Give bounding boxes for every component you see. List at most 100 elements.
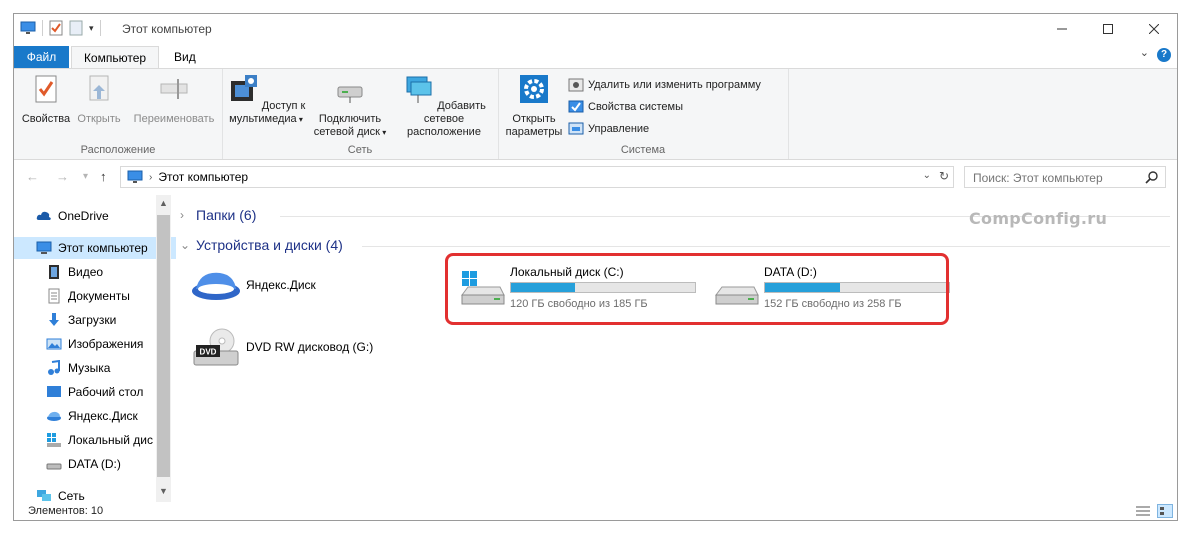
open-settings-button[interactable]: Открыть параметры — [502, 73, 566, 139]
open-button[interactable]: Открыть — [72, 73, 126, 126]
qat-dropdown-icon[interactable]: ▾ — [89, 23, 94, 34]
windows-drive-icon — [47, 433, 61, 447]
forward-arrow-icon[interactable]: → — [56, 169, 69, 184]
system-properties-label: Свойства системы — [588, 101, 684, 113]
search-input[interactable] — [971, 168, 1145, 188]
tab-view[interactable]: Вид — [162, 46, 208, 68]
network-drive-icon — [337, 86, 363, 103]
details-view-icon[interactable] — [1135, 504, 1151, 518]
computer-icon — [127, 170, 143, 183]
dvd-drive-tile[interactable]: DVD DVD RW дисковод (G:) — [192, 327, 373, 367]
scroll-down-icon[interactable]: ▼ — [159, 486, 168, 496]
new-folder-qat-icon[interactable] — [69, 20, 83, 36]
sidebar-item-label: Музыка — [68, 361, 111, 375]
add-network-label-1: Добавить сетевое — [423, 100, 486, 125]
manage-button[interactable]: Управление — [568, 121, 649, 137]
system-properties-icon — [568, 100, 584, 113]
recent-dropdown-icon[interactable]: ▾ — [83, 171, 88, 182]
dvd-drive-icon: DVD — [193, 328, 239, 366]
breadcrumb-this-pc[interactable]: Этот компьютер — [158, 170, 248, 184]
open-settings-label-2: параметры — [505, 126, 563, 138]
back-arrow-icon[interactable]: ← — [26, 169, 39, 184]
collapse-ribbon-icon[interactable]: ⌄ — [1140, 46, 1149, 59]
breadcrumb-separator-icon[interactable]: › — [149, 172, 152, 183]
explorer-window: ▾ Этот компьютер Файл Компьютер Вид ⌄ ? … — [13, 13, 1178, 521]
uninstall-icon — [568, 78, 584, 92]
rename-label: Переименовать — [133, 113, 215, 125]
add-network-label-2: расположение — [407, 126, 481, 138]
navigation-bar: ← → ▾ ↑ › Этот компьютер ⌄ ↻ — [14, 163, 1177, 191]
status-bar: Элементов: 10 — [14, 503, 1177, 520]
sidebar-item-label: DATA (D:) — [68, 457, 121, 471]
sidebar-scrollbar[interactable]: ▲ ▼ — [156, 195, 171, 502]
sidebar-item-label: Яндекс.Диск — [68, 409, 138, 423]
ribbon-tabs: Файл Компьютер Вид — [14, 44, 1177, 69]
search-icon[interactable] — [1145, 170, 1159, 184]
documents-icon — [48, 288, 60, 304]
yandex-disk-label: Яндекс.Диск — [246, 278, 316, 292]
help-icon[interactable]: ? — [1157, 48, 1171, 62]
drive-icon — [46, 463, 62, 470]
scroll-thumb[interactable] — [157, 215, 170, 477]
system-properties-button[interactable]: Свойства системы — [568, 99, 683, 115]
refresh-icon[interactable]: ↻ — [939, 169, 949, 183]
open-settings-label-1: Открыть — [512, 113, 556, 125]
sidebar-item-label: Загрузки — [68, 313, 117, 327]
folders-group-header[interactable]: › Папки (6) — [180, 207, 256, 223]
manage-icon — [568, 122, 584, 135]
media-icon — [230, 75, 257, 101]
navigation-pane: OneDrive Этот компьютер Видео Документы … — [14, 195, 176, 503]
dvd-drive-label: DVD RW дисковод (G:) — [246, 340, 374, 354]
title-bar: ▾ Этот компьютер — [14, 14, 1177, 44]
manage-label: Управление — [588, 123, 650, 135]
yandex-disk-icon — [47, 411, 61, 421]
divider — [362, 246, 1170, 247]
network-location-icon — [406, 76, 432, 103]
uninstall-program-button[interactable]: Удалить или изменить программу — [568, 77, 761, 93]
group-system: Открыть параметры Удалить или изменить п… — [498, 69, 789, 159]
media-access-button[interactable]: Доступ к мультимедиа ▾ — [226, 73, 306, 126]
rename-icon — [160, 79, 188, 99]
view-switcher — [1135, 504, 1173, 518]
add-network-location-button[interactable]: Добавить сетевое расположение — [394, 73, 494, 139]
video-icon — [49, 265, 59, 279]
group-network: Доступ к мультимедиа ▾ Подключить сетево… — [222, 69, 499, 159]
sidebar-item-this-pc[interactable]: Этот компьютер — [14, 237, 176, 259]
up-arrow-icon[interactable]: ↑ — [100, 169, 107, 184]
sidebar-item-onedrive[interactable]: OneDrive — [14, 205, 176, 227]
properties-button[interactable]: Свойства — [20, 73, 72, 126]
network-icon — [37, 490, 51, 501]
group-network-label: Сеть — [347, 144, 373, 156]
properties-icon — [35, 75, 57, 103]
map-drive-button[interactable]: Подключить сетевой диск ▾ — [310, 73, 390, 139]
search-box[interactable] — [964, 166, 1166, 188]
media-access-label-1: Доступ к — [261, 100, 306, 112]
rename-button[interactable]: Переименовать — [130, 73, 218, 126]
computer-icon — [36, 241, 52, 254]
yandex-disk-icon — [192, 272, 240, 300]
quick-access-toolbar: ▾ — [20, 20, 101, 36]
uninstall-label: Удалить или изменить программу — [588, 79, 761, 91]
address-bar[interactable]: › Этот компьютер ⌄ ↻ — [120, 166, 954, 188]
scroll-up-icon[interactable]: ▲ — [159, 198, 168, 208]
open-icon — [89, 75, 109, 101]
content-pane: › Папки (6) ⌄ Устройства и диски (4) Янд… — [174, 195, 1177, 502]
watermark: CompConfig.ru — [969, 209, 1108, 228]
chevron-right-icon: › — [180, 208, 184, 222]
tab-computer[interactable]: Компьютер — [71, 46, 159, 69]
ribbon: Свойства Открыть Переименовать Расположе… — [14, 68, 1177, 160]
group-location-label: Расположение — [80, 144, 156, 156]
tiles-view-icon[interactable] — [1157, 504, 1173, 518]
sidebar-item-label: Локальный дис — [68, 433, 153, 447]
devices-group-header[interactable]: ⌄ Устройства и диски (4) — [180, 237, 343, 253]
address-dropdown-icon[interactable]: ⌄ — [923, 170, 931, 181]
map-drive-label-1: Подключить — [318, 113, 382, 125]
download-arrow-icon — [49, 313, 59, 326]
onedrive-cloud-icon — [36, 211, 51, 220]
close-button[interactable] — [1131, 14, 1177, 44]
tab-file[interactable]: Файл — [14, 46, 69, 68]
properties-qat-icon[interactable] — [49, 20, 63, 36]
minimize-button[interactable] — [1039, 14, 1085, 44]
yandex-disk-tile[interactable]: Яндекс.Диск — [190, 267, 316, 303]
maximize-button[interactable] — [1085, 14, 1131, 44]
